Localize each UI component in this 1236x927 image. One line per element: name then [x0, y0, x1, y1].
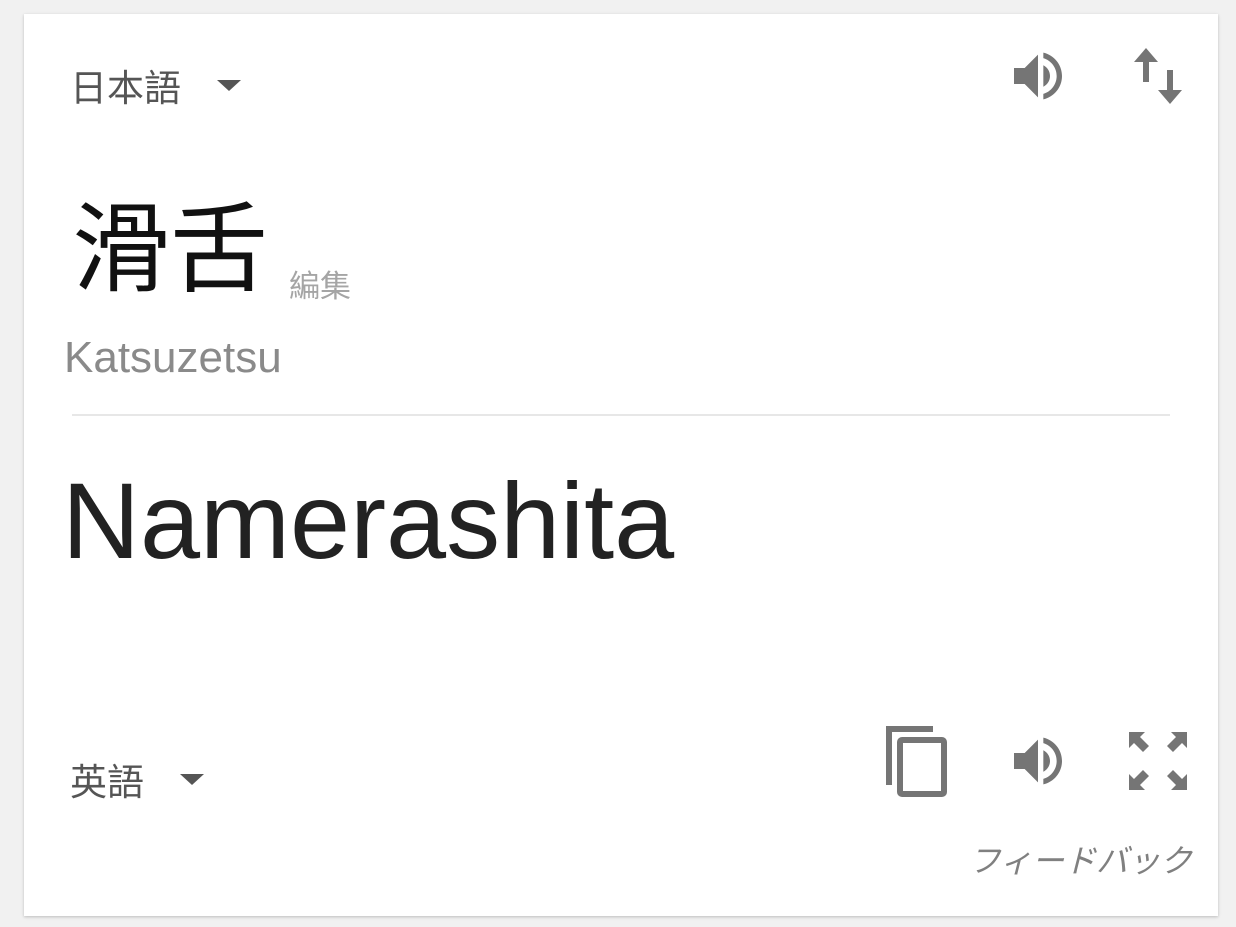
divider — [72, 414, 1170, 416]
copy-icon — [886, 726, 947, 797]
translate-card: 日本語 滑舌 編集 Katsuzetsu Namerashita 英語 フィード… — [24, 14, 1218, 916]
translation-listen-button[interactable] — [1002, 725, 1074, 797]
edit-link[interactable]: 編集 — [289, 261, 351, 306]
romanization-text: Katsuzetsu — [64, 333, 282, 382]
target-language-label: 英語 — [70, 762, 144, 803]
source-language-select[interactable]: 日本語 — [70, 58, 241, 112]
feedback-link[interactable]: フィードバック — [969, 836, 1192, 882]
speaker-icon — [1014, 737, 1062, 785]
swap-languages-button[interactable] — [1122, 40, 1194, 112]
copy-button[interactable] — [880, 725, 952, 797]
swap-languages-icon — [1134, 48, 1182, 104]
target-language-select[interactable]: 英語 — [70, 752, 204, 806]
dropdown-arrow-icon — [180, 773, 204, 785]
source-language-label: 日本語 — [70, 68, 181, 109]
translation-text: Namerashita — [62, 460, 675, 581]
fullscreen-button[interactable] — [1122, 725, 1194, 797]
dropdown-arrow-icon — [217, 79, 241, 91]
source-text: 滑舌 — [72, 193, 269, 307]
source-listen-button[interactable] — [1002, 40, 1074, 112]
fullscreen-icon — [1129, 732, 1187, 790]
speaker-icon — [1014, 52, 1062, 100]
